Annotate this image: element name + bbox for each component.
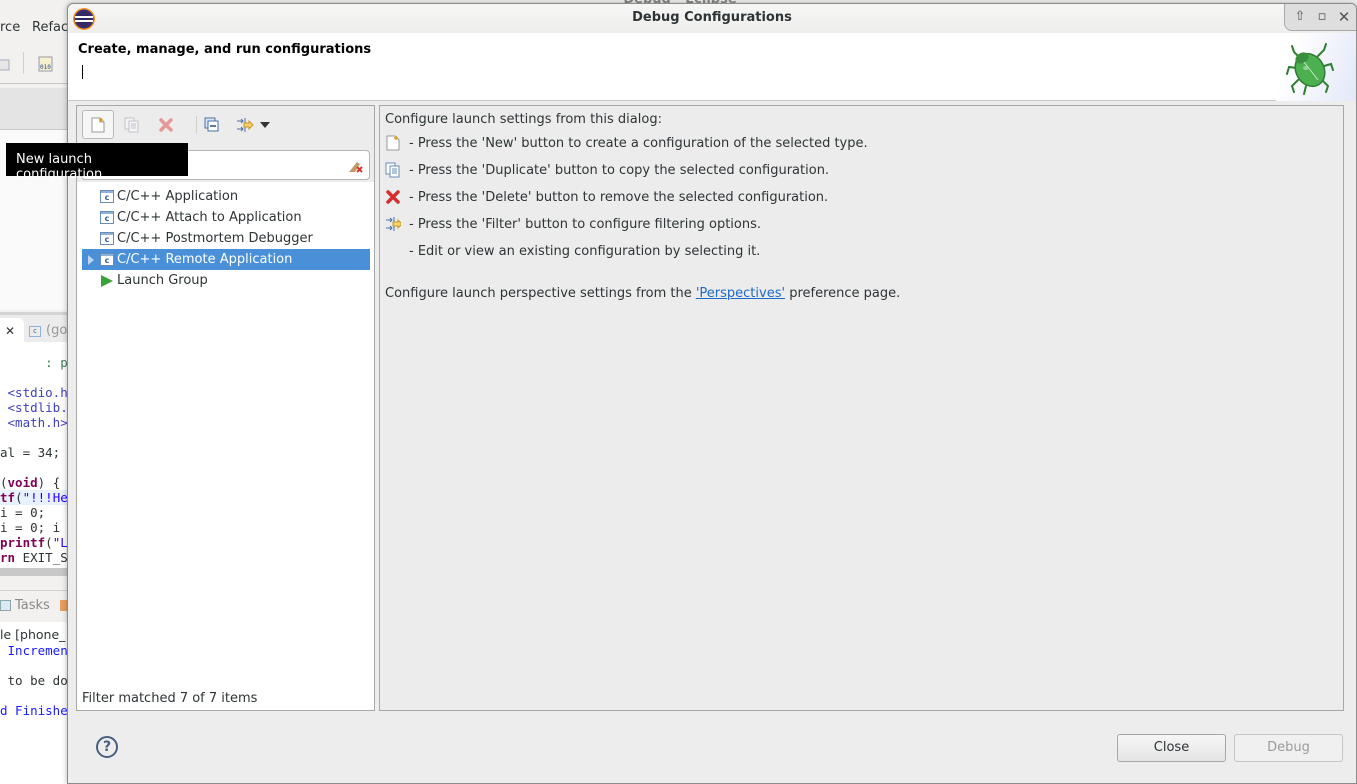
instruction-edit: - Edit or view an existing configuration…	[385, 243, 760, 259]
clear-filter-icon[interactable]	[347, 158, 363, 174]
delete-icon	[159, 117, 173, 132]
binary-file-icon[interactable]: 010	[38, 56, 54, 72]
configuration-list-panel: c C/C++ Application c C/C++ Attach to Ap…	[76, 105, 375, 711]
blank-icon	[385, 243, 401, 259]
chevron-down-icon	[260, 121, 270, 128]
tab-tasks[interactable]: Tasks	[15, 598, 50, 613]
code-line: (void) {	[0, 475, 61, 490]
perspective-suffix: preference page.	[785, 286, 901, 301]
print-icon[interactable]	[0, 56, 10, 72]
dialog-header: Create, manage, and run configurations	[68, 33, 1356, 101]
tree-item-cpp-attach[interactable]: c C/C++ Attach to Application	[82, 207, 370, 228]
dialog-title: Debug Configurations	[632, 10, 792, 25]
tree-item-cpp-remote[interactable]: c C/C++ Remote Application	[82, 249, 370, 270]
configuration-details-panel: Configure launch settings from this dial…	[379, 105, 1344, 711]
menu-source-partial[interactable]: rce	[0, 20, 20, 35]
new-launch-configuration-button[interactable]	[82, 110, 114, 139]
perspective-info: Configure launch perspective settings fr…	[385, 286, 900, 301]
code-line: i = 0;	[0, 505, 46, 520]
new-launch-configuration-tooltip: New launch configuration	[6, 143, 188, 182]
delete-icon	[385, 189, 401, 205]
code-line: <math.h>	[0, 415, 68, 430]
perspectives-link[interactable]: 'Perspectives'	[696, 286, 785, 301]
c-app-icon: c	[100, 190, 114, 203]
instruction-text: - Press the 'Duplicate' button to copy t…	[409, 162, 830, 178]
expand-twisty-icon[interactable]	[82, 249, 100, 270]
duplicate-button[interactable]	[116, 110, 148, 139]
window-controls: ⇧ ▫ ✕	[1284, 4, 1356, 31]
instruction-text: - Press the 'New' button to create a con…	[409, 135, 868, 151]
console-line: d Finishe	[0, 703, 68, 718]
header-message-caret	[82, 65, 83, 79]
instruction-delete: - Press the 'Delete' button to remove th…	[385, 189, 828, 205]
code-line: al = 34;	[0, 445, 61, 460]
launch-configuration-tree[interactable]: c C/C++ Application c C/C++ Attach to Ap…	[77, 182, 374, 682]
delete-button[interactable]	[150, 110, 182, 139]
close-window-icon[interactable]: ✕	[1335, 8, 1353, 26]
filter-icon	[237, 117, 254, 132]
svg-text:010: 010	[40, 64, 51, 71]
console-line: Incremen	[0, 643, 68, 658]
tab-close-icon[interactable]: ✕	[5, 324, 15, 338]
menu-refactor-partial[interactable]: Refac	[32, 20, 68, 35]
tree-item-label: C/C++ Application	[117, 189, 239, 204]
instruction-filter: - Press the 'Filter' button to configure…	[385, 216, 761, 232]
c-app-icon: c	[100, 232, 114, 245]
restore-icon[interactable]: ▫	[1313, 8, 1331, 26]
code-line: rn EXIT_S	[0, 550, 68, 565]
instruction-text: - Press the 'Filter' button to configure…	[409, 216, 762, 232]
instruction-text: - Edit or view an existing configuration…	[409, 243, 761, 259]
dialog-titlebar[interactable]: Debug Configurations ⇧ ▫ ✕	[68, 4, 1356, 33]
perspective-prefix: Configure launch perspective settings fr…	[385, 286, 696, 301]
code-line: : ph	[0, 355, 76, 370]
instruction-new: - Press the 'New' button to create a con…	[385, 135, 868, 151]
tree-item-label: C/C++ Attach to Application	[117, 210, 302, 225]
collapse-all-icon	[204, 117, 219, 131]
maximize-up-icon[interactable]: ⇧	[1291, 8, 1309, 26]
instruction-text: - Press the 'Delete' button to remove th…	[409, 189, 829, 205]
debug-button[interactable]: Debug	[1234, 734, 1343, 762]
config-toolbar	[77, 106, 374, 144]
c-file-icon: c	[29, 326, 41, 337]
help-button[interactable]: ?	[96, 736, 118, 758]
tree-item-launch-group[interactable]: Launch Group	[82, 270, 370, 291]
debug-configurations-dialog: Debug Configurations ⇧ ▫ ✕ Create, manag…	[67, 3, 1357, 784]
editor-tab-label[interactable]: (go	[46, 323, 67, 338]
collapse-all-button[interactable]	[196, 110, 228, 139]
c-app-icon: c	[100, 211, 114, 224]
tree-item-label: Launch Group	[117, 273, 208, 288]
tree-item-cpp-postmortem[interactable]: c C/C++ Postmortem Debugger	[82, 228, 370, 249]
c-app-icon: c	[100, 253, 114, 266]
view-menu-dropdown[interactable]	[255, 110, 275, 139]
console-line: le [phone_	[0, 627, 66, 642]
launch-group-icon	[101, 274, 113, 287]
code-line: <stdlib.	[0, 400, 68, 415]
console-line: to be do	[0, 673, 68, 688]
debug-bug-icon	[1286, 43, 1334, 95]
code-line: printf("L	[0, 535, 68, 550]
new-icon	[91, 117, 105, 132]
filter-status: Filter matched 7 of 7 items	[77, 682, 374, 710]
tree-item-label: C/C++ Remote Application	[117, 252, 293, 267]
code-line: <stdio.h	[0, 385, 68, 400]
filter-icon	[385, 216, 401, 232]
new-icon	[385, 135, 401, 151]
code-line: i = 0; i	[0, 520, 61, 535]
close-button[interactable]: Close	[1117, 734, 1226, 762]
instruction-duplicate: - Press the 'Duplicate' button to copy t…	[385, 162, 829, 178]
tree-item-label: C/C++ Postmortem Debugger	[117, 231, 313, 246]
duplicate-icon	[124, 117, 139, 132]
intro-text: Configure launch settings from this dial…	[385, 112, 662, 127]
header-banner	[1276, 33, 1356, 101]
duplicate-icon	[385, 162, 401, 178]
header-title: Create, manage, and run configurations	[78, 42, 372, 57]
tree-item-cpp-application[interactable]: c C/C++ Application	[82, 186, 370, 207]
